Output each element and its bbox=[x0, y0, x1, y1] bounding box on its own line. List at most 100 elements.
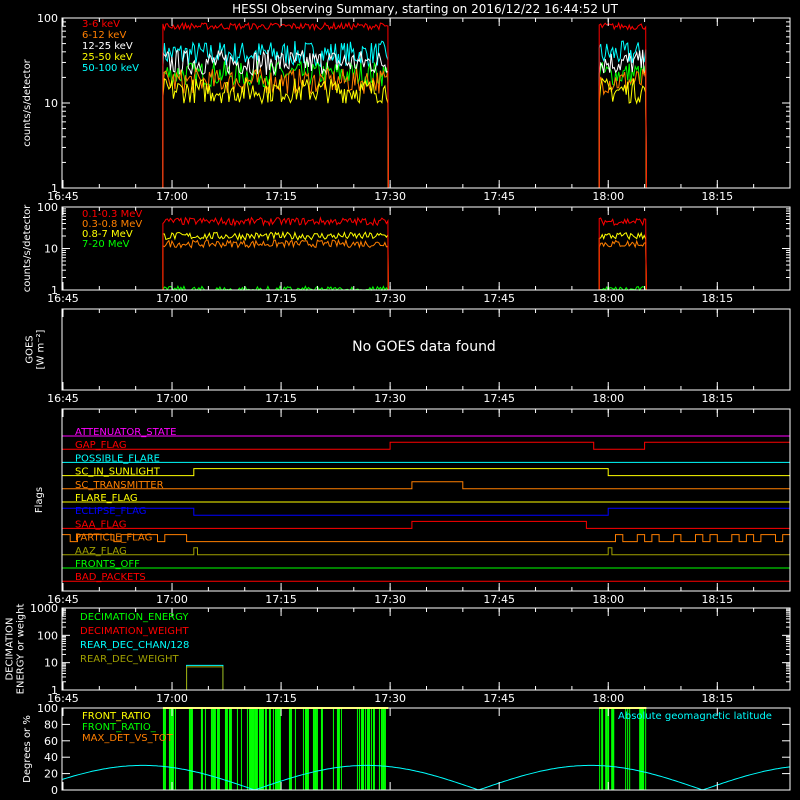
y-axis-label: counts/s/detector bbox=[22, 204, 33, 292]
flag-label: SC_TRANSMITTER bbox=[75, 480, 164, 491]
front-ratio-mark bbox=[174, 708, 176, 790]
front-ratio-mark bbox=[252, 708, 255, 790]
flag-label: FLARE_FLAG bbox=[75, 493, 138, 504]
front-ratio-mark bbox=[274, 708, 277, 790]
legend-entry: FRONT_RATIO_ bbox=[82, 722, 157, 733]
front-ratio-mark bbox=[210, 708, 213, 790]
legend-entry: 12-25 keV bbox=[82, 41, 133, 52]
front-ratio-mark bbox=[162, 708, 165, 790]
x-tick-label: 18:15 bbox=[701, 292, 733, 305]
x-tick-label: 17:00 bbox=[156, 692, 188, 705]
flag-line bbox=[62, 441, 790, 450]
front-ratio-mark bbox=[316, 708, 318, 790]
y-axis-label: Degrees or % bbox=[22, 715, 33, 783]
legend-entry: DECIMATION_WEIGHT bbox=[80, 626, 189, 637]
y-tick-label: 40 bbox=[44, 751, 58, 764]
front-ratio-mark bbox=[246, 708, 248, 790]
y-tick-label: 1 bbox=[51, 182, 58, 195]
front-ratio-mark bbox=[358, 708, 360, 790]
x-tick-label: 17:15 bbox=[265, 190, 297, 203]
x-tick-label: 16:45 bbox=[47, 392, 79, 405]
front-ratio-mark bbox=[168, 708, 171, 790]
y-tick-label: 1000 bbox=[30, 602, 58, 615]
figure-title: HESSI Observing Summary, starting on 201… bbox=[232, 2, 618, 16]
x-tick-label: 17:15 bbox=[265, 593, 297, 606]
flag-label: SC_IN_SUNLIGHT bbox=[75, 467, 161, 478]
series-line bbox=[62, 48, 790, 189]
x-tick-label: 17:30 bbox=[374, 292, 406, 305]
legend-entry: 50-100 keV bbox=[82, 63, 139, 74]
front-ratio-mark bbox=[380, 708, 383, 790]
y-tick-label: 0 bbox=[51, 784, 58, 797]
y-axis-label: Flags bbox=[34, 487, 45, 513]
legend-entry: 25-50 keV bbox=[82, 52, 133, 63]
panel-low-energy bbox=[61, 17, 791, 189]
flag-label: ATTENUATOR_STATE bbox=[75, 427, 176, 438]
x-tick-label: 17:00 bbox=[156, 292, 188, 305]
legend-entry: FRONT_RATIO bbox=[82, 711, 151, 722]
y-axis-label: ENERGY or weight bbox=[16, 604, 27, 695]
y-tick-label: 100 bbox=[37, 12, 58, 25]
front-ratio-mark bbox=[190, 708, 193, 790]
flag-label: ECLIPSE_FLAG bbox=[75, 506, 146, 517]
x-tick-label: 17:45 bbox=[483, 692, 515, 705]
y-tick-label: 1 bbox=[51, 284, 58, 297]
y-tick-label: 1 bbox=[51, 684, 58, 697]
flag-line bbox=[62, 507, 790, 516]
front-ratio-mark bbox=[188, 708, 191, 790]
x-tick-label: 18:00 bbox=[592, 292, 624, 305]
flag-label: BAD_PACKETS bbox=[75, 572, 146, 583]
front-ratio-mark bbox=[364, 708, 366, 790]
x-tick-label: 17:45 bbox=[483, 392, 515, 405]
front-ratio-mark bbox=[332, 708, 334, 790]
legend-entry: REAR_DEC_CHAN/128 bbox=[80, 640, 189, 651]
y-axis-label: [W m⁻²] bbox=[36, 329, 47, 369]
x-tick-label: 17:45 bbox=[483, 190, 515, 203]
x-tick-label: 17:45 bbox=[483, 593, 515, 606]
flag-label: FRONTS_OFF bbox=[75, 559, 140, 570]
flag-line bbox=[62, 547, 790, 556]
front-ratio-mark bbox=[212, 708, 216, 790]
legend-entry: MAX_DET_VS_TOT bbox=[82, 733, 174, 744]
series-line bbox=[62, 60, 790, 189]
front-ratio-mark bbox=[320, 708, 323, 790]
y-tick-label: 10 bbox=[44, 657, 58, 670]
x-tick-label: 17:00 bbox=[156, 593, 188, 606]
flag-label: SAA_FLAG bbox=[75, 519, 126, 530]
front-ratio-mark bbox=[372, 708, 375, 790]
front-ratio-mark bbox=[240, 708, 242, 790]
front-ratio-mark bbox=[340, 708, 342, 790]
y-axis-label: DECIMATION bbox=[5, 617, 16, 680]
front-ratio-mark bbox=[268, 708, 271, 790]
legend-entry: 7-20 MeV bbox=[82, 239, 130, 250]
front-ratio-mark bbox=[382, 708, 385, 790]
front-ratio-mark bbox=[294, 708, 296, 790]
x-tick-label: 17:30 bbox=[374, 593, 406, 606]
x-tick-label: 18:15 bbox=[701, 692, 733, 705]
x-tick-label: 18:00 bbox=[592, 692, 624, 705]
x-tick-label: 17:15 bbox=[265, 292, 297, 305]
series-line bbox=[62, 77, 790, 189]
front-ratio-mark bbox=[599, 708, 601, 790]
no-data-message: No GOES data found bbox=[352, 339, 496, 355]
series-line bbox=[62, 230, 790, 291]
front-ratio-mark bbox=[607, 708, 610, 790]
flag-label: POSSIBLE_FLARE bbox=[75, 453, 160, 464]
series-line bbox=[62, 216, 790, 291]
front-ratio-mark bbox=[368, 708, 370, 790]
flag-line bbox=[62, 468, 790, 477]
series-line bbox=[62, 67, 790, 189]
x-tick-label: 17:15 bbox=[265, 392, 297, 405]
front-ratio-mark bbox=[605, 708, 608, 790]
front-ratio-mark bbox=[312, 708, 315, 790]
front-ratio-mark bbox=[170, 708, 174, 790]
front-ratio-mark bbox=[236, 708, 238, 790]
front-ratio-mark bbox=[378, 708, 380, 790]
front-ratio-mark bbox=[302, 708, 304, 790]
latitude-annotation: Absolute geomagnetic latitude bbox=[618, 711, 772, 722]
x-tick-label: 17:00 bbox=[156, 392, 188, 405]
x-tick-label: 17:00 bbox=[156, 190, 188, 203]
legend-entry: DECIMATION_ENERGY bbox=[80, 612, 189, 623]
front-ratio-mark bbox=[356, 708, 358, 790]
flag-line bbox=[62, 534, 790, 543]
